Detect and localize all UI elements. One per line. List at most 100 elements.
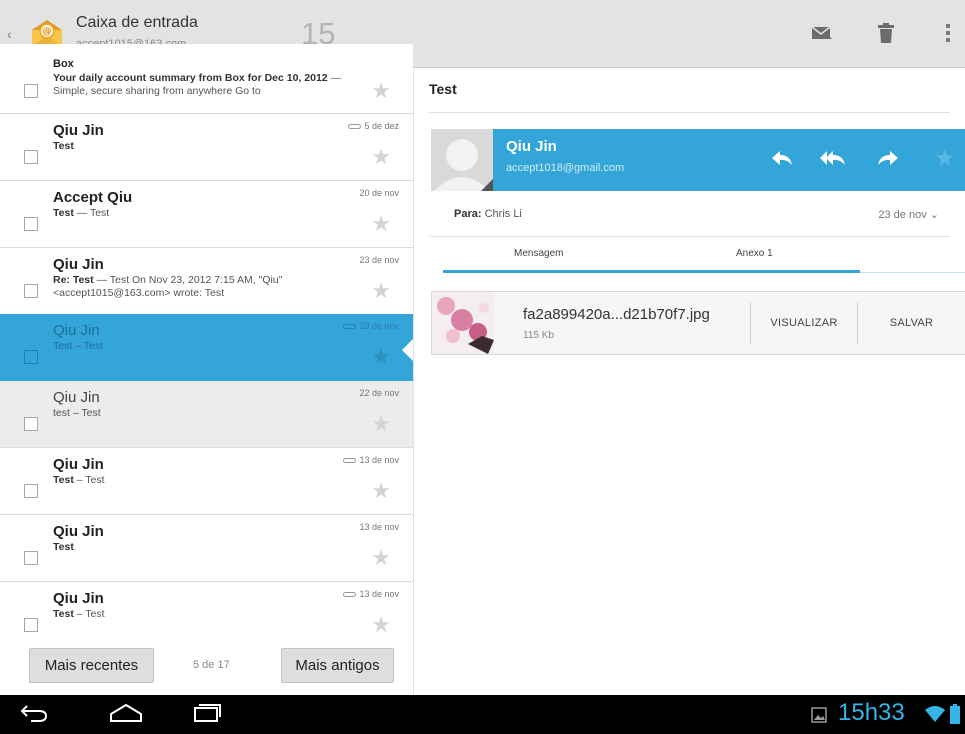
item-subject: Test <box>53 608 74 620</box>
sender-name[interactable]: Qiu Jin <box>506 138 557 155</box>
item-sender: Qiu Jin <box>53 456 104 473</box>
message-pane: Test Qiu Jin accept1018@gmail.com ★ Para… <box>413 68 965 695</box>
item-date: 13 de nov <box>359 522 399 532</box>
item-sender: Accept Qiu <box>53 189 133 206</box>
clock[interactable]: 15h33 <box>838 699 905 727</box>
mark-unread-button[interactable] <box>807 20 837 50</box>
item-preview: Test — Test <box>53 207 365 220</box>
item-checkbox[interactable] <box>24 350 38 364</box>
list-item[interactable]: Qiu Jin 13 de nov Test – Test ★ <box>0 448 413 515</box>
pagination-bar: Mais recentes 5 de 17 Mais antigos <box>0 636 413 695</box>
tab-indicator-message <box>443 270 651 273</box>
pagination-position: 5 de 17 <box>193 659 230 671</box>
forward-icon <box>877 150 899 171</box>
message-date[interactable]: 23 de nov ⌄ <box>878 208 939 221</box>
list-item[interactable]: Qiu Jin 23 de nov Re: Test — Test On Nov… <box>0 248 413 315</box>
item-date: 13 de nov <box>343 455 399 465</box>
home-button[interactable] <box>106 703 146 727</box>
star-icon[interactable]: ★ <box>371 346 391 368</box>
battery-icon <box>950 704 960 729</box>
item-checkbox[interactable] <box>24 417 38 431</box>
item-subject: test <box>53 407 70 419</box>
item-date-text: 22 de nov <box>359 388 399 398</box>
message-date-text: 23 de nov <box>878 209 927 221</box>
item-preview: test – Test <box>53 407 365 420</box>
back-button[interactable] <box>14 703 54 727</box>
overflow-menu-button[interactable] <box>933 20 963 50</box>
older-button[interactable]: Mais antigos <box>281 648 394 683</box>
attachment-size: 115 Kb <box>523 330 554 341</box>
item-snippet: — Test <box>73 207 110 219</box>
up-navigation-icon[interactable]: ‹ <box>7 26 12 42</box>
item-sender: Qiu Jin <box>53 256 104 273</box>
item-subject: Test <box>53 340 73 352</box>
forward-button[interactable] <box>873 145 903 175</box>
item-preview: Test – Test <box>53 608 365 621</box>
wifi-icon <box>925 706 945 727</box>
attachment-icon <box>343 591 357 597</box>
item-date-text: 13 de nov <box>359 522 399 532</box>
item-checkbox[interactable] <box>24 217 38 231</box>
list-item[interactable]: Accept Qiu 20 de nov Test — Test ★ <box>0 181 413 248</box>
selection-pointer <box>402 339 413 361</box>
item-date: 13 de nov <box>343 589 399 599</box>
tab-message[interactable]: Mensagem <box>514 248 563 259</box>
star-icon[interactable]: ★ <box>934 147 956 171</box>
save-attachment-button[interactable]: SALVAR <box>858 292 965 354</box>
home-icon <box>109 703 143 728</box>
reply-all-button[interactable] <box>818 145 848 175</box>
avatar[interactable] <box>431 129 493 191</box>
chevron-down-icon: ⌄ <box>929 209 939 221</box>
recent-apps-button[interactable] <box>187 703 227 727</box>
item-checkbox[interactable] <box>24 551 38 565</box>
list-item[interactable]: Qiu Jin 13 de nov Test ★ <box>0 515 413 582</box>
star-icon[interactable]: ★ <box>371 213 391 235</box>
reply-all-icon <box>820 150 846 171</box>
item-date-text: 5 de dez <box>364 121 399 131</box>
item-preview: Test – Test <box>53 340 365 353</box>
reply-icon <box>771 150 793 171</box>
attachment-icon <box>348 123 362 129</box>
item-date-text: 13 de nov <box>359 589 399 599</box>
star-icon[interactable]: ★ <box>371 80 391 102</box>
attachment-icon <box>343 323 357 329</box>
item-checkbox[interactable] <box>24 284 38 298</box>
star-icon[interactable]: ★ <box>371 480 391 502</box>
item-subject: Your daily account summary from Box for … <box>53 72 328 84</box>
tab-attachments[interactable]: Anexo 1 <box>736 248 773 259</box>
list-item[interactable]: Qiu Jin 5 de dez Test ★ <box>0 114 413 181</box>
attachment-thumbnail[interactable] <box>432 292 494 354</box>
recent-apps-icon <box>192 703 222 728</box>
attachment-filename: fa2a899420a...d21b70f7.jpg <box>523 306 710 323</box>
item-sender: Qiu Jin <box>53 389 100 406</box>
star-icon[interactable]: ★ <box>371 146 391 168</box>
mark-unread-icon <box>811 25 833 46</box>
sender-header: Qiu Jin accept1018@gmail.com ★ <box>431 129 965 191</box>
gallery-notification-icon[interactable] <box>811 707 827 728</box>
newer-button[interactable]: Mais recentes <box>29 648 154 683</box>
header-divider <box>429 236 950 237</box>
star-icon[interactable]: ★ <box>371 547 391 569</box>
item-checkbox[interactable] <box>24 150 38 164</box>
item-checkbox[interactable] <box>24 84 38 98</box>
star-icon[interactable]: ★ <box>371 614 391 636</box>
item-snippet: – Test <box>73 474 105 486</box>
list-item-selected[interactable]: Qiu Jin 23 de nov Test – Test ★ <box>0 314 413 381</box>
item-checkbox[interactable] <box>24 618 38 632</box>
delete-button[interactable] <box>871 20 901 50</box>
item-snippet: – Test <box>69 407 101 419</box>
mailbox-title[interactable]: Caixa de entrada <box>76 14 198 32</box>
view-attachment-button[interactable]: VISUALIZAR <box>751 292 857 354</box>
reply-button[interactable] <box>767 145 797 175</box>
item-date: 5 de dez <box>348 121 399 131</box>
star-icon[interactable]: ★ <box>371 280 391 302</box>
item-subject: Test <box>53 140 74 152</box>
conversation-list: Box Your daily account summary from Box … <box>0 44 413 695</box>
item-checkbox[interactable] <box>24 484 38 498</box>
list-item[interactable]: Box Your daily account summary from Box … <box>0 44 413 114</box>
star-icon[interactable]: ★ <box>371 413 391 435</box>
attachment-icon <box>343 457 357 463</box>
list-item[interactable]: Qiu Jin 22 de nov test – Test ★ <box>0 381 413 448</box>
to-value: Chris Li <box>484 208 522 220</box>
item-preview: Test <box>53 140 365 153</box>
